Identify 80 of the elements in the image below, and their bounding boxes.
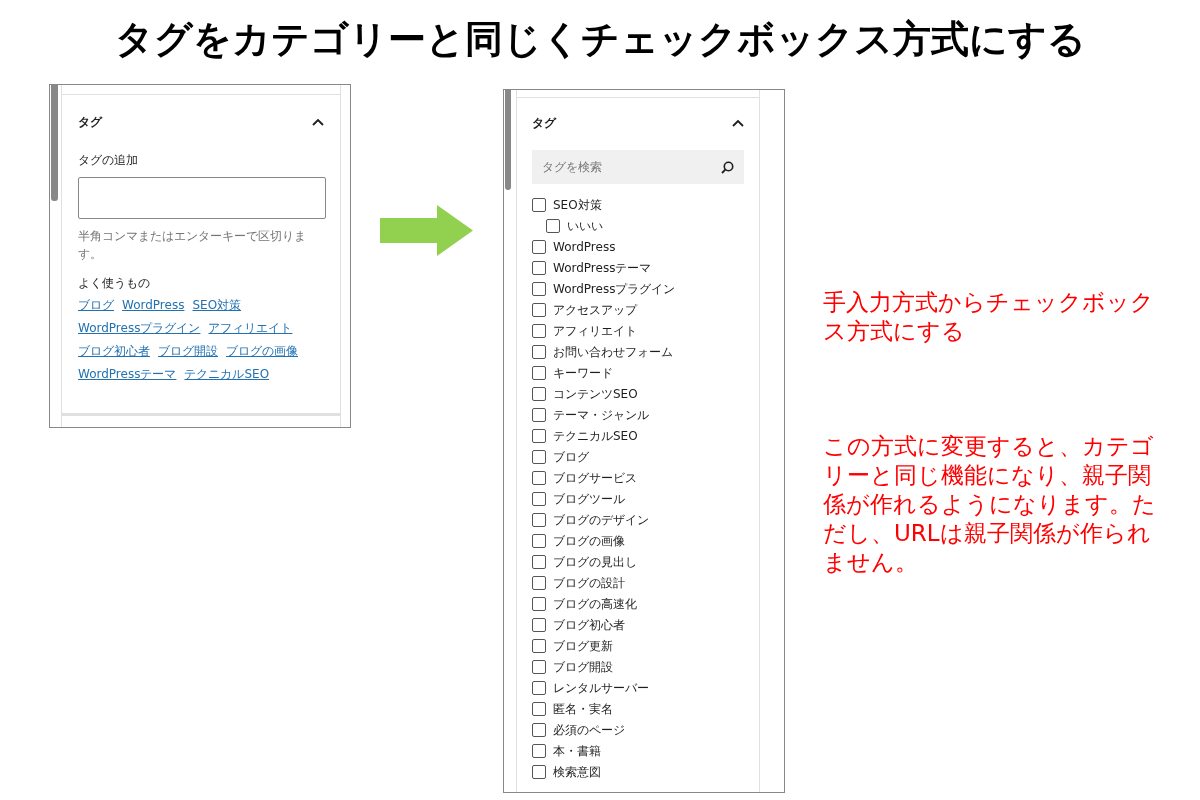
tag-label: ブログ初心者 bbox=[553, 616, 625, 634]
section-label: よく使うもの bbox=[78, 275, 151, 292]
checkbox[interactable] bbox=[532, 323, 546, 338]
checkbox[interactable] bbox=[532, 281, 546, 296]
tag-link[interactable]: WordPressテーマ bbox=[78, 365, 177, 383]
tag-link[interactable]: アフィリエイト bbox=[208, 319, 293, 337]
tag-label: テクニカルSEO bbox=[553, 427, 638, 445]
checkbox[interactable] bbox=[532, 197, 546, 212]
tag-label: ブログの設計 bbox=[553, 574, 625, 592]
annotation-text: この方式に変更すると、カテゴリーと同じ機能になり、親子関係が作れるようになります。ただし、URLは親子関係が作られません。 bbox=[823, 432, 1157, 577]
tag-label: ブログツール bbox=[553, 490, 625, 508]
tag-label: ブログ bbox=[553, 448, 589, 466]
checkbox[interactable] bbox=[532, 659, 546, 674]
tag-link[interactable]: WordPress bbox=[122, 296, 185, 314]
checkbox[interactable] bbox=[532, 638, 546, 653]
checkbox[interactable] bbox=[532, 764, 546, 779]
checkbox[interactable] bbox=[532, 386, 546, 401]
annotation-text: 手入力方式からチェックボックス方式にする bbox=[823, 288, 1155, 346]
checkbox[interactable] bbox=[532, 533, 546, 548]
tag-link[interactable]: ブログ bbox=[78, 296, 114, 314]
checkbox[interactable] bbox=[546, 218, 560, 233]
tag-link[interactable]: SEO対策 bbox=[192, 296, 242, 314]
tag-input-field[interactable] bbox=[78, 177, 326, 219]
checkbox[interactable] bbox=[532, 491, 546, 506]
chevron-up-icon[interactable] bbox=[732, 119, 744, 127]
tag-label: ブログのデザイン bbox=[553, 511, 649, 529]
tag-link[interactable]: ブログ初心者 bbox=[78, 342, 150, 360]
checkbox[interactable] bbox=[532, 239, 546, 254]
checkbox[interactable] bbox=[532, 302, 546, 317]
tag-label: テーマ・ジャンル bbox=[553, 406, 649, 424]
tag-label: ブログ開設 bbox=[553, 658, 613, 676]
tag-label: ブログサービス bbox=[553, 469, 637, 487]
tag-label: いいい bbox=[567, 217, 603, 235]
tag-label: WordPressプラグイン bbox=[553, 280, 676, 298]
tag-link[interactable]: テクニカルSEO bbox=[184, 365, 270, 383]
panel-heading: タグ bbox=[78, 114, 102, 131]
checkbox[interactable] bbox=[532, 617, 546, 632]
checkbox[interactable] bbox=[532, 470, 546, 485]
tag-link[interactable]: WordPressプラグイン bbox=[78, 319, 201, 337]
right-arrow-icon bbox=[380, 205, 473, 256]
checkbox[interactable] bbox=[532, 512, 546, 527]
field-label: タグの追加 bbox=[78, 152, 139, 169]
tag-label: SEO対策 bbox=[553, 196, 602, 214]
tag-label: WordPressテーマ bbox=[553, 259, 652, 277]
tag-label: 匿名・実名 bbox=[553, 700, 613, 718]
tag-label: WordPress bbox=[553, 238, 616, 256]
tag-label: アクセスアップ bbox=[553, 301, 637, 319]
help-text: 半角コンマまたはエンターキーで区切ります。 bbox=[78, 228, 307, 263]
checkbox[interactable] bbox=[532, 575, 546, 590]
tag-label: 必須のページ bbox=[553, 721, 625, 739]
checkbox[interactable] bbox=[532, 365, 546, 380]
checkbox[interactable] bbox=[532, 722, 546, 737]
tag-label: お問い合わせフォーム bbox=[553, 343, 673, 361]
tag-label: 本・書籍 bbox=[553, 742, 601, 760]
checkbox[interactable] bbox=[532, 554, 546, 569]
panel-heading: タグ bbox=[532, 115, 556, 132]
tag-label: ブログの見出し bbox=[553, 553, 637, 571]
checkbox[interactable] bbox=[532, 260, 546, 275]
page-title: タグをカテゴリーと同じくチェックボックス方式にする bbox=[113, 16, 1087, 58]
tag-label: コンテンツSEO bbox=[553, 385, 638, 403]
checkbox[interactable] bbox=[532, 596, 546, 611]
tag-label: 検索意図 bbox=[553, 763, 601, 781]
checkbox[interactable] bbox=[532, 407, 546, 422]
tag-label: キーワード bbox=[553, 364, 613, 382]
checkbox[interactable] bbox=[532, 344, 546, 359]
tag-link[interactable]: ブログの画像 bbox=[226, 342, 298, 360]
checkbox[interactable] bbox=[532, 449, 546, 464]
checkbox[interactable] bbox=[532, 701, 546, 716]
checkbox[interactable] bbox=[532, 428, 546, 443]
tag-label: ブログ更新 bbox=[553, 637, 613, 655]
tag-label: アフィリエイト bbox=[553, 322, 637, 340]
chevron-up-icon[interactable] bbox=[312, 118, 324, 126]
search-field[interactable]: タグを検索 bbox=[532, 150, 744, 184]
tag-link[interactable]: ブログ開設 bbox=[158, 342, 218, 360]
checkbox[interactable] bbox=[532, 680, 546, 695]
tag-label: ブログの高速化 bbox=[553, 595, 637, 613]
tag-label: レンタルサーバー bbox=[553, 679, 649, 697]
search-icon[interactable] bbox=[721, 161, 734, 174]
checkbox[interactable] bbox=[532, 743, 546, 758]
tag-label: ブログの画像 bbox=[553, 532, 625, 550]
